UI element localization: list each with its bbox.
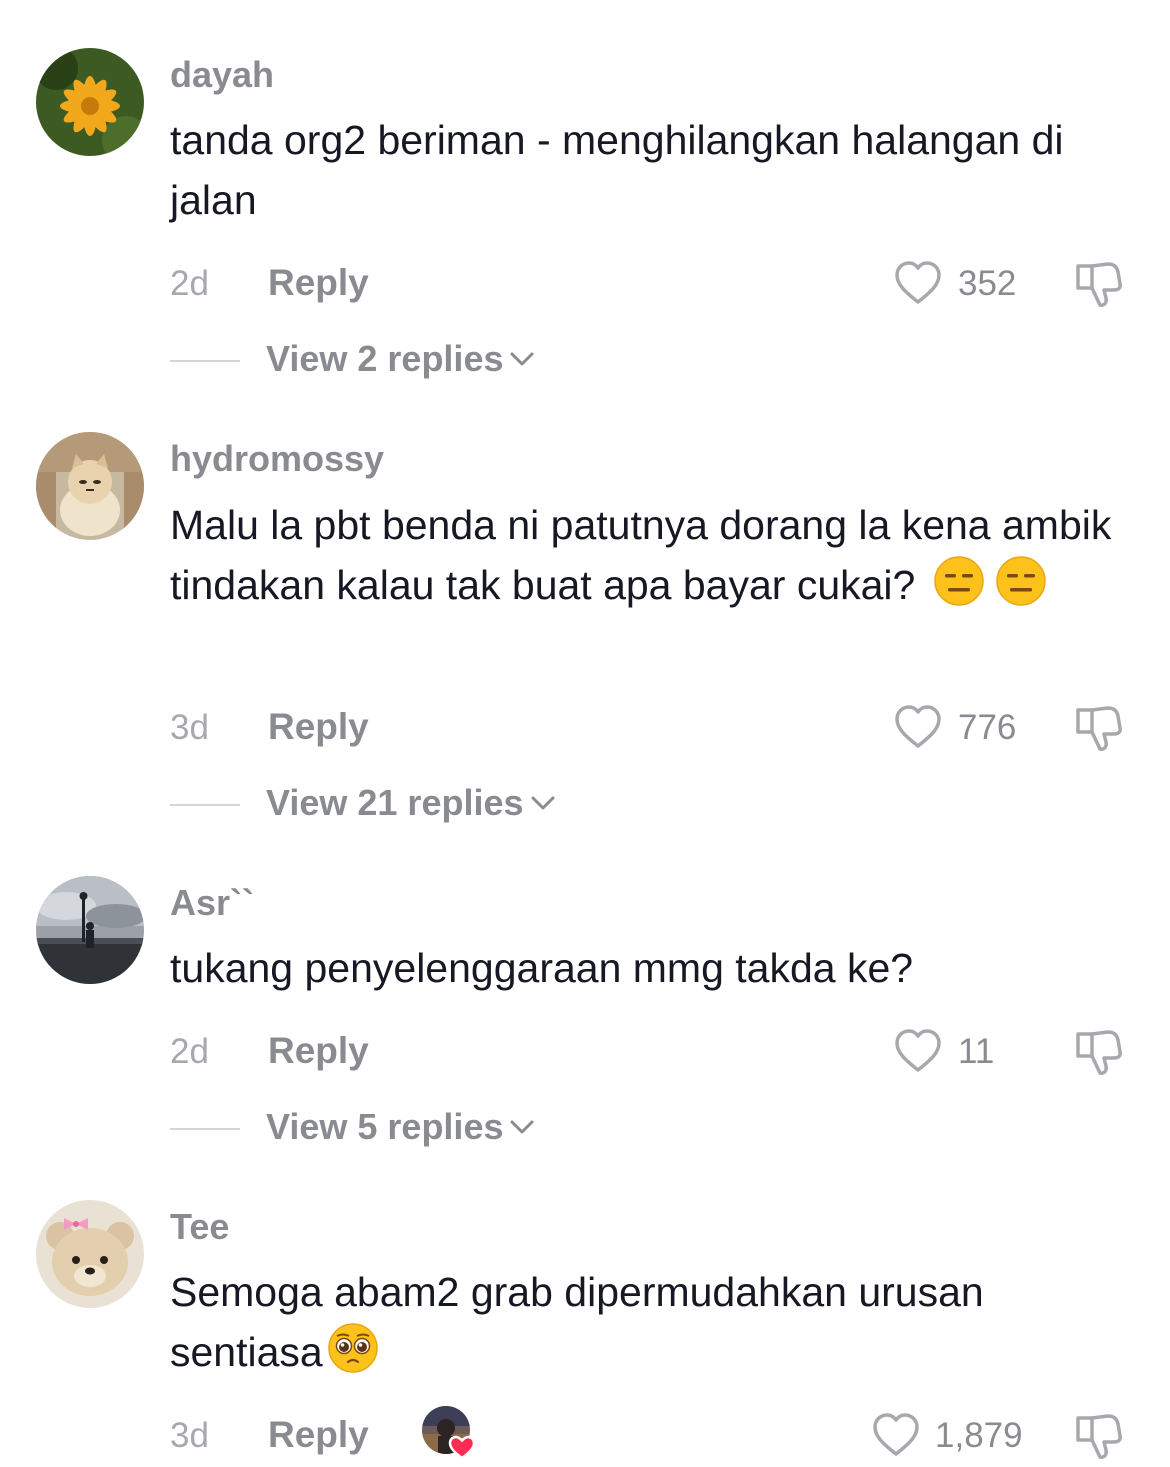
like-count: 352 [958, 264, 1017, 303]
comment-text-content: tukang penyelenggaraan mmg takda ke? [170, 945, 914, 991]
view-replies[interactable]: View 2 replies [0, 336, 1170, 384]
view-replies-label: View 21 replies [266, 782, 524, 823]
like-count: 1,879 [935, 1416, 1023, 1455]
replies-divider [170, 1128, 240, 1130]
view-replies-label: View 2 replies [266, 338, 504, 379]
like-count: 776 [958, 708, 1017, 747]
comment-text: tukang penyelenggaraan mmg takda ke? [170, 938, 1130, 998]
like-heart-icon[interactable] [872, 1412, 920, 1458]
view-replies[interactable]: View 21 replies [0, 780, 1170, 828]
dislike-icon[interactable] [1072, 1410, 1124, 1460]
chevron-down-icon [510, 352, 534, 366]
comment-text: Malu la pbt benda ni patutnya dorang la … [170, 495, 1130, 615]
replies-divider [170, 804, 240, 806]
like-heart-icon[interactable] [894, 260, 942, 306]
avatar[interactable] [36, 876, 144, 984]
comment-username[interactable]: Asr`` [170, 881, 254, 925]
expressionless-face-icon [995, 555, 1047, 607]
dislike-icon[interactable] [1072, 702, 1124, 752]
comment-age: 3d [170, 1416, 209, 1455]
dislike-icon[interactable] [1072, 258, 1124, 308]
reply-button[interactable]: Reply [268, 1028, 369, 1074]
comment-actions: 3d Reply 1,879 [0, 1406, 1170, 1460]
comment-actions: 2d Reply 352 [0, 258, 1170, 308]
pleading-face-icon [327, 1322, 379, 1374]
avatar[interactable] [36, 48, 144, 156]
dislike-icon[interactable] [1072, 1026, 1124, 1076]
view-replies-button[interactable]: View 2 replies [266, 336, 535, 382]
like-heart-icon[interactable] [894, 704, 942, 750]
comment-username[interactable]: Tee [170, 1205, 229, 1249]
view-replies[interactable]: View 5 replies [0, 1104, 1170, 1152]
comment-text-content: tanda org2 beriman - menghilangkan halan… [170, 117, 1064, 223]
heart-badge-icon [448, 1435, 476, 1460]
creator-liked-avatar [420, 1404, 476, 1460]
reply-button[interactable]: Reply [268, 260, 369, 306]
view-replies-button[interactable]: View 21 replies [266, 780, 556, 826]
expressionless-face-icon [933, 555, 985, 607]
avatar[interactable] [36, 1200, 144, 1308]
like-heart-icon[interactable] [894, 1028, 942, 1074]
reply-button[interactable]: Reply [268, 1412, 369, 1458]
comment-actions: 2d Reply 11 [0, 1026, 1170, 1076]
comment-age: 2d [170, 1032, 209, 1071]
comment-username[interactable]: dayah [170, 53, 274, 97]
view-replies-label: View 5 replies [266, 1106, 504, 1147]
comment-text-content: Semoga abam2 grab dipermudahkan urusan s… [170, 1269, 984, 1375]
comment-age: 3d [170, 708, 209, 747]
replies-divider [170, 360, 240, 362]
comment-age: 2d [170, 264, 209, 303]
comment-text: tanda org2 beriman - menghilangkan halan… [170, 110, 1130, 230]
comment-username[interactable]: hydromossy [170, 437, 384, 481]
avatar[interactable] [36, 432, 144, 540]
chevron-down-icon [510, 1120, 534, 1134]
like-count: 11 [958, 1032, 995, 1071]
chevron-down-icon [531, 796, 555, 810]
comment-text: Semoga abam2 grab dipermudahkan urusan s… [170, 1262, 1130, 1382]
comment-actions: 3d Reply 776 [0, 702, 1170, 752]
view-replies-button[interactable]: View 5 replies [266, 1104, 535, 1150]
reply-button[interactable]: Reply [268, 704, 369, 750]
